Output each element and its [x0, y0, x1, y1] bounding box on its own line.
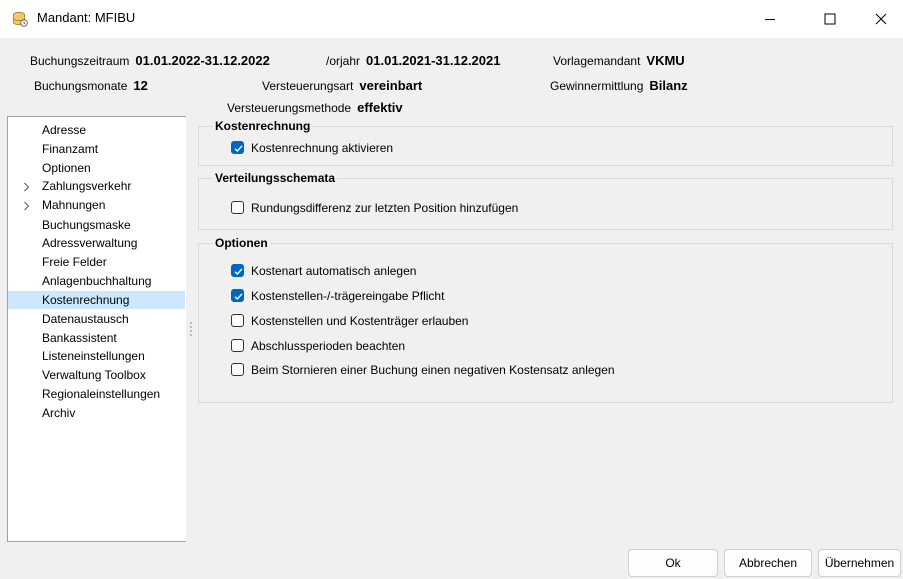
versteuerungsmethode-value: effektiv	[357, 100, 403, 115]
checkbox-checked[interactable]	[231, 264, 244, 277]
buchungsmonate-field: Buchungsmonate 12	[34, 78, 148, 93]
nav-item-mahnungen[interactable]: Mahnungen	[8, 196, 185, 214]
chevron-right-icon[interactable]	[23, 182, 30, 192]
vorjahr-field: /orjahr 01.01.2021-31.12.2021	[326, 53, 500, 68]
versteuerungsmethode-field: Versteuerungsmethode effektiv	[227, 100, 403, 115]
nav-item-label: Adresse	[42, 123, 87, 137]
nav-item-label: Buchungsmaske	[42, 218, 131, 232]
nav-item-label: Finanzamt	[42, 142, 99, 156]
nav-item-label: Mahnungen	[42, 198, 106, 212]
checkbox-unchecked[interactable]	[231, 201, 244, 214]
buchungsmonate-label: Buchungsmonate	[34, 79, 128, 93]
checkbox-label: Kostenstellen und Kostenträger erlauben	[251, 314, 469, 328]
cancel-button[interactable]: Abbrechen	[724, 549, 812, 577]
checkbox-label: Kostenart automatisch anlegen	[251, 264, 417, 278]
nav-item-zahlungsverkehr[interactable]: Zahlungsverkehr	[8, 177, 185, 195]
window-title: Mandant: MFIBU	[37, 10, 136, 25]
buchungszeitraum-field: Buchungszeitraum 01.01.2022-31.12.2022	[30, 53, 270, 68]
buchungszeitraum-value: 01.01.2022-31.12.2022	[135, 53, 270, 68]
checkbox-checked[interactable]	[231, 289, 244, 302]
vorjahr-value: 01.01.2021-31.12.2021	[366, 53, 501, 68]
title-bar: Mandant: MFIBU	[0, 0, 903, 38]
check-icon	[234, 145, 243, 152]
group-title: Kostenrechnung	[213, 119, 313, 133]
checkbox-label: Beim Stornieren einer Buchung einen nega…	[251, 363, 615, 377]
group-title: Optionen	[213, 236, 270, 250]
nav-item-anlagenbuchhaltung[interactable]: Anlagenbuchhaltung	[8, 272, 185, 290]
checkbox-label: Abschlussperioden beachten	[251, 339, 406, 353]
nav-item-label: Bankassistent	[42, 331, 117, 345]
nav-item-label: Kostenrechnung	[42, 293, 130, 307]
nav-item-label: Optionen	[42, 161, 91, 175]
checkbox-unchecked[interactable]	[231, 314, 244, 327]
nav-item-label: Anlagenbuchhaltung	[42, 274, 152, 288]
nav-item-freie-felder[interactable]: Freie Felder	[8, 253, 185, 271]
check-icon	[234, 293, 243, 300]
nav-item-adressverwaltung[interactable]: Adressverwaltung	[8, 234, 185, 252]
versteuerungsart-value: vereinbart	[359, 78, 423, 93]
versteuerungsart-field: Versteuerungsart vereinbart	[262, 78, 422, 93]
nav-item-verwaltung-toolbox[interactable]: Verwaltung Toolbox	[8, 366, 185, 384]
checkbox-label: Kostenstellen-/-trägereingabe Pflicht	[251, 289, 445, 303]
close-button[interactable]	[858, 0, 903, 38]
vorlagemandant-field: Vorlagemandant VKMU	[553, 53, 685, 68]
minimize-button[interactable]	[747, 0, 793, 38]
nav-item-datenaustausch[interactable]: Datenaustausch	[8, 310, 185, 328]
nav-item-kostenrechnung[interactable]: Kostenrechnung	[8, 291, 185, 309]
nav-item-label: Archiv	[42, 406, 76, 420]
gewinnermittlung-label: Gewinnermittlung	[550, 79, 644, 93]
vorlagemandant-value: VKMU	[646, 53, 685, 68]
nav-item-optionen[interactable]: Optionen	[8, 159, 185, 177]
nav-item-label: Datenaustausch	[42, 312, 129, 326]
nav-item-adresse[interactable]: Adresse	[8, 121, 185, 139]
nav-item-label: Zahlungsverkehr	[42, 179, 132, 193]
checkbox-unchecked[interactable]	[231, 339, 244, 352]
buchungsmonate-value: 12	[133, 78, 148, 93]
checkbox-checked[interactable]	[231, 141, 244, 154]
gewinnermittlung-value: Bilanz	[649, 78, 688, 93]
apply-button[interactable]: Übernehmen	[818, 549, 901, 577]
nav-item-listeneinstellungen[interactable]: Listeneinstellungen	[8, 347, 185, 365]
gewinnermittlung-field: Gewinnermittlung Bilanz	[550, 78, 688, 93]
group-verteilungsschemata: Verteilungsschemata Rundungsdifferenz zu…	[198, 171, 893, 230]
check-icon	[234, 268, 243, 275]
nav-item-buchungsmaske[interactable]: Buchungsmaske	[8, 216, 185, 234]
nav-item-regionaleinstellungen[interactable]: Regionaleinstellungen	[8, 385, 185, 403]
settings-nav: Adresse Finanzamt Optionen Zahlungsverke…	[7, 116, 186, 542]
maximize-button[interactable]	[807, 0, 853, 38]
vorlagemandant-label: Vorlagemandant	[553, 54, 641, 68]
nav-item-label: Verwaltung Toolbox	[42, 368, 146, 382]
nav-item-label: Freie Felder	[42, 255, 107, 269]
chevron-right-icon[interactable]	[23, 201, 30, 211]
group-optionen: Optionen Kostenart automatisch anlegen K…	[198, 236, 893, 403]
vorjahr-label: /orjahr	[326, 54, 361, 68]
nav-item-label: Listeneinstellungen	[42, 349, 145, 363]
group-kostenrechnung: Kostenrechnung Kostenrechnung aktivieren	[198, 119, 893, 166]
nav-item-bankassistent[interactable]: Bankassistent	[8, 329, 185, 347]
checkbox-label: Rundungsdifferenz zur letzten Position h…	[251, 201, 519, 215]
versteuerungsart-label: Versteuerungsart	[262, 79, 354, 93]
dialog-window: Mandant: MFIBU Buchungszeitraum 01.01.202…	[0, 0, 903, 579]
nav-item-label: Adressverwaltung	[42, 236, 138, 250]
maximize-icon	[824, 13, 836, 25]
buchungszeitraum-label: Buchungszeitraum	[30, 54, 130, 68]
database-icon	[12, 11, 28, 27]
group-title: Verteilungsschemata	[213, 171, 338, 185]
ok-button[interactable]: Ok	[628, 549, 718, 577]
versteuerungsmethode-label: Versteuerungsmethode	[227, 101, 352, 115]
nav-item-finanzamt[interactable]: Finanzamt	[8, 140, 185, 158]
checkbox-unchecked[interactable]	[231, 363, 244, 376]
checkbox-label: Kostenrechnung aktivieren	[251, 141, 394, 155]
splitter-grip-icon[interactable]	[190, 322, 192, 338]
minimize-icon	[765, 19, 775, 20]
nav-item-archiv[interactable]: Archiv	[8, 404, 185, 422]
close-icon	[875, 13, 887, 25]
nav-item-label: Regionaleinstellungen	[42, 387, 161, 401]
